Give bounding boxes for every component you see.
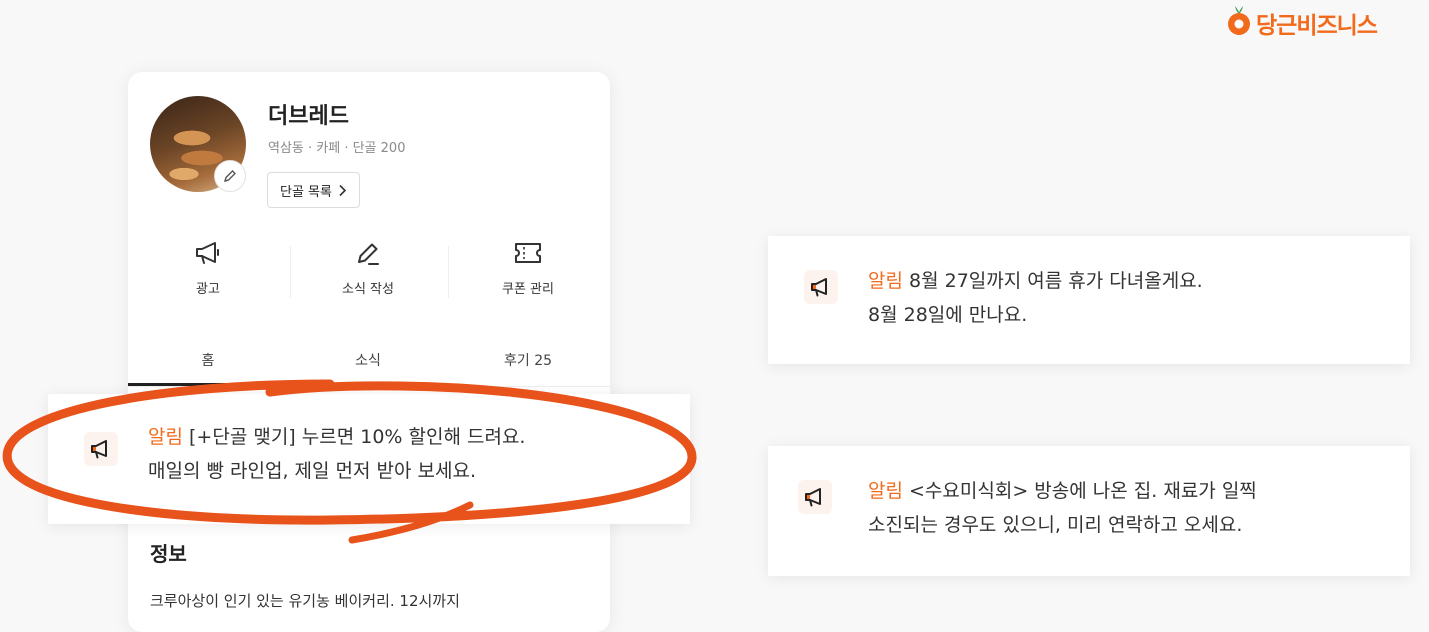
active-tab-indicator [128,383,288,386]
megaphone-icon [811,278,827,297]
info-description: 크루아상이 인기 있는 유기농 베이커리. 12시까지 [150,592,460,610]
regulars-list-label: 단골 목록 [280,184,332,200]
store-name: 더브레드 [268,104,349,129]
notice-tag: 알림 [148,426,183,448]
notice-icon-wrap [804,270,838,304]
action-divider [290,246,291,298]
notice-tag: 알림 [868,480,903,502]
pencil-icon [358,243,379,265]
store-meta: 역삼동 · 카페 · 단골 200 [268,141,406,156]
notice-text: [+단골 맺기] 누르면 10% 할인해 드려요. [189,426,526,448]
notice-line-1: 알림 8월 27일까지 여름 휴가 다녀올게요. [868,264,1203,298]
edit-avatar-button[interactable] [214,160,246,192]
notice-text: 8월 27일까지 여름 휴가 다녀올게요. [909,270,1203,292]
coupon-manage-action-label: 쿠폰 관리 [502,282,554,297]
regulars-list-button[interactable]: 단골 목록 [267,172,360,208]
ticket-icon [515,243,541,263]
notice-banner-tv-show[interactable]: 알림 <수요미식회> 방송에 나온 집. 재료가 일찍 소진되는 경우도 있으니… [768,446,1410,576]
notice-tag: 알림 [868,270,903,292]
notice-banner-highlighted[interactable]: 알림 [+단골 맺기] 누르면 10% 할인해 드려요. 매일의 빵 라인업, … [48,394,690,524]
tab-divider [128,386,610,387]
brand-name: 당근비즈니스 [1256,13,1378,39]
megaphone-icon [805,488,821,507]
notice-line-2: 8월 28일에 만나요. [868,304,1028,326]
notice-line-2: 매일의 빵 라인업, 제일 먼저 받아 보세요. [148,460,476,482]
tab-news[interactable]: 소식 [308,350,428,370]
notice-banner-vacation[interactable]: 알림 8월 27일까지 여름 휴가 다녀올게요. 8월 28일에 만나요. [768,236,1410,364]
write-news-action-label: 소식 작성 [342,282,394,297]
notice-line-2: 소진되는 경우도 있으니, 미리 연락하고 오세요. [868,514,1243,536]
write-news-action-button[interactable]: 소식 작성 [308,238,428,297]
action-divider [448,246,449,298]
megaphone-icon [91,440,107,459]
notice-icon-wrap [798,480,832,514]
chevron-right-icon [339,184,347,196]
info-section-title: 정보 [150,542,187,566]
megaphone-icon [196,242,219,264]
tab-home[interactable]: 홈 [148,350,268,370]
tab-reviews[interactable]: 후기 25 [468,350,588,370]
notice-line-1: 알림 <수요미식회> 방송에 나온 집. 재료가 일찍 [868,474,1257,508]
carrot-pin-icon [1228,6,1250,35]
notice-text: <수요미식회> 방송에 나온 집. 재료가 일찍 [909,480,1257,502]
coupon-manage-action-button[interactable]: 쿠폰 관리 [468,238,588,297]
pencil-icon [223,170,236,183]
brand-logo: 당근비즈니스 [1226,4,1378,42]
notice-line-1: 알림 [+단골 맺기] 누르면 10% 할인해 드려요. [148,420,525,454]
ad-action-button[interactable]: 광고 [148,238,268,297]
notice-icon-wrap [84,432,118,466]
ad-action-label: 광고 [196,282,220,297]
